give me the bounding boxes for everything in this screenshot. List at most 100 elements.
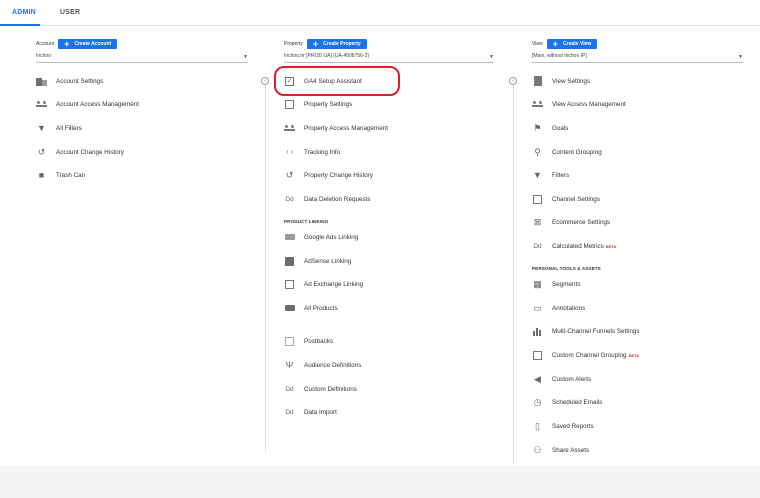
ecommerce-settings-item[interactable]: ⊠ Ecommerce Settings (532, 214, 610, 230)
flag-icon: ⚑ (533, 122, 542, 133)
property-selected: Inchoo.hr [PROD UA] (UA-4508756-2) (284, 53, 370, 59)
adsense-icon (284, 256, 295, 267)
custom-channel-grouping-item[interactable]: Custom Channel Grouping BETA (532, 347, 639, 363)
trash-icon: ■ (38, 170, 45, 180)
property-access-item[interactable]: Property Access Management (284, 120, 388, 136)
all-products-label: All Products (304, 304, 338, 312)
annotation-icon: ▭ (533, 302, 542, 313)
google-ads-linking-item[interactable]: Google Ads Linking (284, 229, 358, 245)
account-selector[interactable]: Inchoo ▼ (36, 53, 248, 63)
code-icon: ‹ › (286, 148, 293, 156)
segments-label: Segments (552, 280, 581, 288)
filters-label: Filters (552, 171, 570, 179)
view-label: View (532, 41, 543, 47)
property-settings-label: Property Settings (304, 100, 353, 108)
postbacks-label: Postbacks (304, 337, 334, 345)
trash-can-item[interactable]: ■ Trash Can (36, 167, 85, 183)
dd-icon: Dd (285, 195, 294, 203)
share-assets-item[interactable]: ⚇ Share Assets (532, 442, 589, 458)
building-icon (36, 76, 47, 87)
audience-icon: Ψ (285, 360, 294, 370)
property-header: Property + Create Property (284, 38, 367, 50)
custom-alerts-item[interactable]: ◀ Custom Alerts (532, 371, 591, 387)
plus-icon: + (312, 38, 319, 49)
caret-down-icon: ▼ (738, 54, 743, 60)
divider (265, 86, 266, 452)
view-access-item[interactable]: View Access Management (532, 96, 626, 112)
tracking-info-item[interactable]: ‹ › Tracking Info (284, 144, 340, 160)
plus-icon: + (552, 38, 559, 49)
content-grouping-item[interactable]: ⚲ Content Grouping (532, 144, 602, 160)
beta-badge: BETA (628, 352, 640, 358)
divider (513, 86, 514, 464)
channel-settings-label: Channel Settings (552, 195, 600, 203)
channel-icon (532, 194, 543, 205)
filters-item[interactable]: ▼ Filters (532, 167, 569, 183)
data-import-label: Data Import (304, 408, 337, 416)
people-icon (36, 99, 47, 110)
goals-item[interactable]: ⚑ Goals (532, 120, 568, 136)
view-settings-label: View Settings (552, 77, 591, 85)
audience-definitions-label: Audience Definitions (304, 361, 362, 369)
ecommerce-settings-label: Ecommerce Settings (552, 218, 611, 226)
account-selected: Inchoo (36, 53, 52, 59)
document-icon (532, 76, 543, 87)
custom-definitions-item[interactable]: Dd Custom Definitions (284, 381, 357, 397)
audience-definitions-item[interactable]: Ψ Audience Definitions (284, 357, 362, 373)
all-filters-label: All Filters (56, 124, 82, 132)
google-ads-linking-label: Google Ads Linking (304, 233, 359, 241)
dd-icon: Dd (285, 408, 294, 416)
create-view-label: Create View (563, 41, 592, 47)
history-icon: ↺ (285, 169, 294, 180)
saved-reports-item[interactable]: ▯ Saved Reports (532, 418, 594, 434)
calculated-metrics-item[interactable]: Dd Calculated Metrics BETA (532, 238, 616, 254)
calculated-metrics-label: Calculated Metrics (552, 242, 604, 250)
property-history-item[interactable]: ↺ Property Change History (284, 167, 373, 183)
segments-item[interactable]: ▦ Segments (532, 276, 580, 292)
all-filters-item[interactable]: ▼ All Filters (36, 120, 82, 136)
account-settings-item[interactable]: Account Settings (36, 73, 103, 89)
ad-exchange-linking-item[interactable]: Ad Exchange Linking (284, 276, 363, 292)
create-view-button[interactable]: + Create View (546, 38, 598, 49)
create-property-button[interactable]: + Create Property (306, 38, 367, 49)
channel-icon (532, 350, 543, 361)
tab-user[interactable]: USER (60, 9, 80, 16)
adsense-linking-item[interactable]: AdSense Linking (284, 253, 351, 269)
goals-label: Goals (552, 124, 569, 132)
dd-icon: Dd (533, 242, 542, 250)
mcf-settings-label: Multi-Channel Funnels Settings (552, 327, 640, 335)
create-account-label: Create Account (74, 41, 112, 47)
admin-panel: Account + Create Account Inchoo ▼ Account… (0, 26, 760, 466)
caret-down-icon: ▼ (243, 54, 248, 60)
view-settings-item[interactable]: View Settings (532, 73, 590, 89)
data-import-item[interactable]: Dd Data Import (284, 404, 337, 420)
account-access-item[interactable]: Account Access Management (36, 96, 139, 112)
property-selector[interactable]: Inchoo.hr [PROD UA] (UA-4508756-2) ▼ (284, 53, 494, 63)
account-history-item[interactable]: ↺ Account Change History (36, 144, 124, 160)
products-icon (284, 303, 295, 314)
people-icon (284, 123, 295, 134)
property-settings-item[interactable]: Property Settings (284, 96, 352, 112)
all-products-item[interactable]: All Products (284, 300, 338, 316)
data-deletion-item[interactable]: Dd Data Deletion Requests (284, 191, 371, 207)
collapse-property-button[interactable]: ‹ (509, 77, 517, 85)
postbacks-item[interactable]: Postbacks (284, 333, 333, 349)
collapse-account-button[interactable]: ‹ (261, 77, 269, 85)
annotations-label: Annotations (552, 304, 586, 312)
custom-alerts-label: Custom Alerts (552, 375, 592, 383)
data-deletion-label: Data Deletion Requests (304, 195, 371, 203)
annotations-item[interactable]: ▭ Annotations (532, 300, 585, 316)
channel-settings-item[interactable]: Channel Settings (532, 191, 600, 207)
ad-exchange-linking-label: Ad Exchange Linking (304, 280, 364, 288)
product-linking-heading: PRODUCT LINKING (284, 219, 329, 224)
view-selector[interactable]: [Main, without Inchoo IP] ▼ (532, 53, 743, 63)
create-account-button[interactable]: + Create Account (58, 39, 118, 49)
saved-report-icon: ▯ (535, 420, 540, 431)
scheduled-emails-item[interactable]: ◷ Scheduled Emails (532, 394, 603, 410)
mcf-settings-item[interactable]: Multi-Channel Funnels Settings (532, 323, 640, 339)
tab-admin[interactable]: ADMIN (12, 9, 36, 16)
property-history-label: Property Change History (304, 171, 373, 179)
beta-badge: BETA (605, 243, 617, 249)
account-history-label: Account Change History (56, 148, 124, 156)
bar-chart-icon (532, 326, 543, 337)
